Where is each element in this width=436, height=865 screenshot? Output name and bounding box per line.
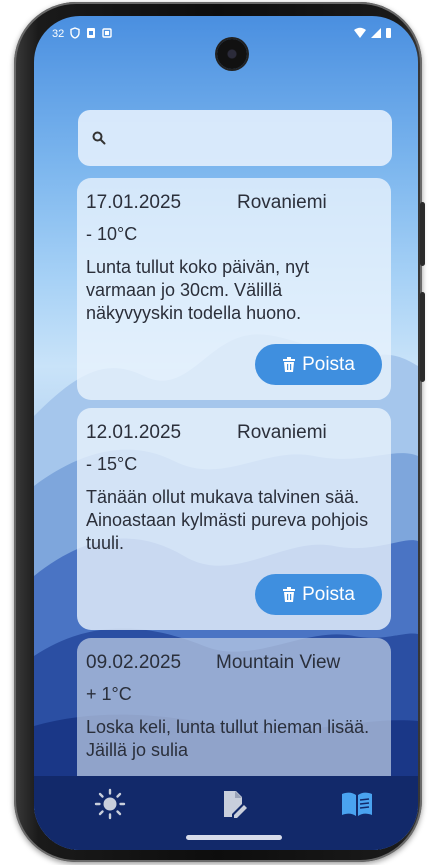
nav-item-weather[interactable] (94, 788, 126, 820)
entry-text: Tänään ollut mukava talvinen sää. Ainoas… (86, 487, 369, 553)
home-indicator (186, 835, 282, 840)
status-time: 32 (52, 28, 65, 40)
phone-frame: 32 17.01.2025 Rovaniemi - 10°C Lunta tul… (14, 2, 425, 862)
entry-temperature: - 15°C (86, 454, 138, 474)
delete-button[interactable]: Poista (255, 344, 382, 385)
entry-text: Loska keli, lunta tullut hieman lisää. J… (86, 717, 370, 760)
delete-button-label: Poista (302, 583, 355, 605)
journal-entry-card[interactable]: 17.01.2025 Rovaniemi - 10°C Lunta tullut… (77, 178, 391, 400)
trash-icon (283, 586, 296, 602)
edit-note-icon (224, 791, 247, 818)
sun-icon (94, 788, 126, 820)
book-icon (342, 792, 372, 816)
front-camera (217, 39, 247, 69)
wifi-icon (354, 27, 366, 38)
nav-item-new-entry[interactable] (218, 788, 250, 820)
shield-icon (70, 27, 80, 39)
search-bar[interactable] (78, 110, 392, 166)
power-button (420, 202, 425, 266)
entry-date: 09.02.2025 (86, 652, 182, 673)
volume-button (420, 292, 425, 382)
entry-location: Rovaniemi (237, 422, 327, 443)
entry-location: Mountain View (216, 652, 341, 673)
sim-icon (87, 28, 95, 38)
trash-icon (283, 356, 296, 372)
signal-icon (371, 28, 381, 38)
delete-button-label: Poista (302, 353, 355, 375)
journal-entry-card[interactable]: 09.02.2025 Mountain View + 1°C Loska kel… (77, 638, 391, 776)
nav-item-journal[interactable] (340, 788, 372, 820)
entry-date: 17.01.2025 (86, 192, 182, 213)
notification-icon (102, 28, 112, 38)
delete-button[interactable]: Poista (255, 574, 382, 615)
entry-temperature: - 10°C (86, 224, 138, 244)
entry-location: Rovaniemi (237, 192, 327, 213)
entry-date: 12.01.2025 (86, 422, 182, 443)
entry-text: Lunta tullut koko päivän, nyt varmaan jo… (86, 257, 310, 323)
screen: 32 17.01.2025 Rovaniemi - 10°C Lunta tul… (34, 16, 418, 850)
search-icon (92, 131, 106, 145)
battery-icon (386, 28, 391, 38)
journal-entry-card[interactable]: 12.01.2025 Rovaniemi - 15°C Tänään ollut… (77, 408, 391, 630)
entry-temperature: + 1°C (86, 684, 132, 704)
